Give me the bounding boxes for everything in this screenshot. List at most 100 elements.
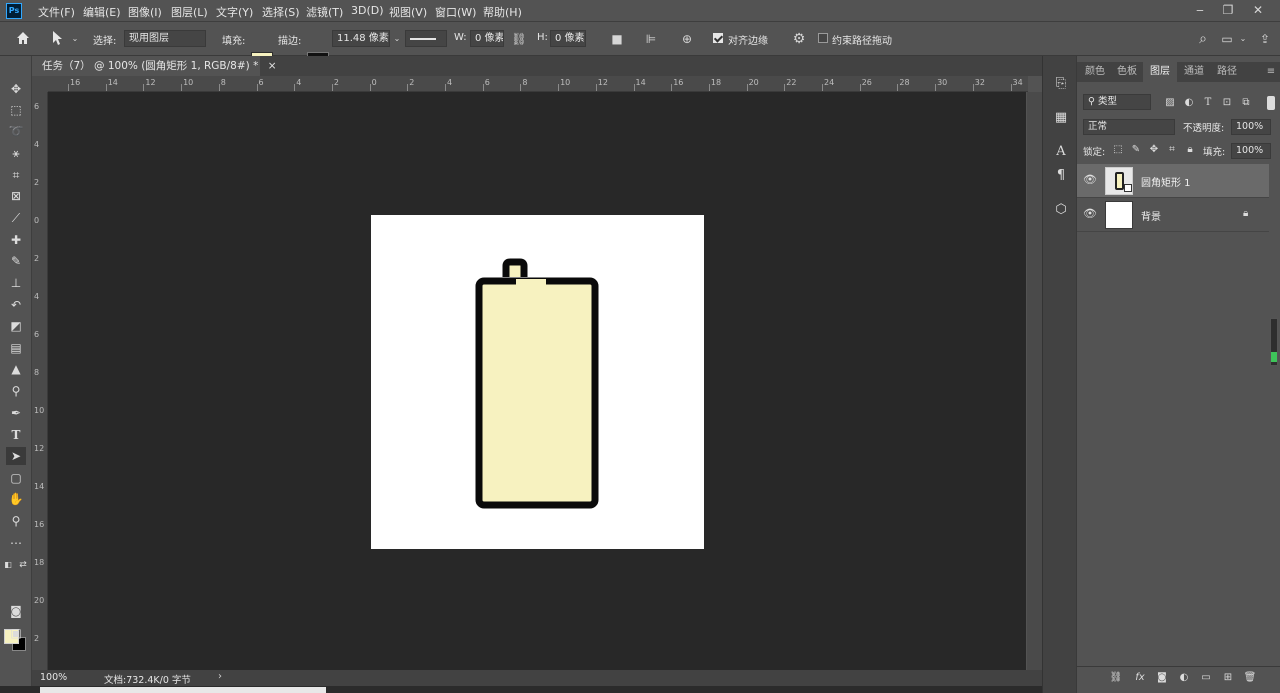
menu-type[interactable]: 文字(Y) <box>216 4 253 20</box>
properties-panel-icon[interactable]: ▦ <box>1051 108 1071 128</box>
constrain-path-checkbox[interactable] <box>818 33 828 43</box>
link-layers-icon[interactable]: ⛓ <box>1109 671 1123 685</box>
gear-icon[interactable]: ⚙ <box>790 30 808 48</box>
filter-shape-icon[interactable]: ⊡ <box>1220 96 1234 110</box>
document-tab[interactable]: 任务（7） @ 100% (圆角矩形 1, RGB/8#) * × <box>32 56 277 76</box>
layer-filter-dropdown[interactable]: ⚲ 类型 <box>1083 94 1151 110</box>
opacity-field[interactable]: 100% <box>1231 119 1271 135</box>
pen-tool-icon[interactable]: ✒ <box>6 404 26 422</box>
share-icon[interactable]: ⇪ <box>1256 30 1274 48</box>
lock-transparent-icon[interactable]: ⬚ <box>1111 143 1125 157</box>
adjustment-layer-icon[interactable]: ◐ <box>1177 671 1191 685</box>
menu-filter[interactable]: 滤镜(T) <box>306 4 343 20</box>
search-icon[interactable]: ⌕ <box>1194 30 1212 48</box>
home-icon[interactable] <box>14 30 32 48</box>
lock-artboard-icon[interactable]: ⌗ <box>1165 143 1179 157</box>
tab-channels[interactable]: 通道 <box>1177 62 1211 82</box>
brush-tool-icon[interactable]: ✎ <box>6 252 26 270</box>
filter-type-icon[interactable]: T <box>1201 96 1215 110</box>
path-operations-icon[interactable]: ■ <box>608 30 626 48</box>
height-field[interactable]: 0 像素 <box>550 30 586 47</box>
new-group-icon[interactable]: ▭ <box>1199 671 1213 685</box>
width-field[interactable]: 0 像素 <box>470 30 504 47</box>
move-tool-icon[interactable]: ✥ <box>6 80 26 98</box>
filter-adjustment-icon[interactable]: ◐ <box>1182 96 1196 110</box>
zoom-level-field[interactable]: 100% <box>40 672 67 683</box>
tab-paths[interactable]: 路径 <box>1211 62 1243 82</box>
path-selection-tool-icon[interactable] <box>48 30 66 48</box>
character-panel-icon[interactable]: A <box>1051 142 1071 162</box>
status-menu-arrow-icon[interactable]: › <box>218 671 222 682</box>
panel-menu-icon[interactable]: ≡ <box>1263 62 1279 82</box>
stroke-width-chevron-icon[interactable]: ⌄ <box>388 30 406 48</box>
3d-panel-icon[interactable]: ⬡ <box>1051 200 1071 220</box>
delete-layer-icon[interactable]: 🗑︎ <box>1243 671 1257 685</box>
eyedropper-tool-icon[interactable]: ⟋ <box>6 209 26 227</box>
menu-help[interactable]: 帮助(H) <box>483 4 522 20</box>
path-alignment-icon[interactable]: ⊫ <box>642 30 660 48</box>
blur-tool-icon[interactable]: ▲ <box>6 360 26 378</box>
tab-color[interactable]: 颜色 <box>1079 62 1111 82</box>
restore-icon[interactable]: ❐ <box>1218 2 1238 18</box>
crop-tool-icon[interactable]: ⌗ <box>6 166 26 184</box>
history-brush-tool-icon[interactable]: ↶ <box>6 296 26 314</box>
hand-tool-icon[interactable]: ✋ <box>6 490 26 508</box>
layer-style-icon[interactable]: fx <box>1133 671 1147 685</box>
lock-all-icon[interactable]: 🔒︎ <box>1183 143 1197 157</box>
zoom-tool-icon[interactable]: ⚲ <box>6 512 26 530</box>
document-canvas[interactable] <box>371 215 704 549</box>
filter-pixel-icon[interactable]: ▨ <box>1163 96 1177 110</box>
close-tab-icon[interactable]: × <box>268 60 277 72</box>
tab-swatches[interactable]: 色板 <box>1111 62 1143 82</box>
layer-row[interactable]: 👁︎ 背景 🔒︎ <box>1077 198 1269 232</box>
screen-mode-icon[interactable]: ▣ <box>6 624 26 642</box>
vertical-scrollbar[interactable] <box>1027 92 1042 670</box>
frame-tool-icon[interactable]: ⊠ <box>6 187 26 205</box>
new-layer-icon[interactable]: ⊞ <box>1221 671 1235 685</box>
fill-field[interactable]: 100% <box>1231 143 1271 159</box>
more-tools-icon[interactable]: ⋯ <box>6 534 26 552</box>
eraser-tool-icon[interactable]: ◩ <box>6 317 26 335</box>
menu-layer[interactable]: 图层(L) <box>171 4 208 20</box>
minimize-icon[interactable]: ‒ <box>1190 2 1210 18</box>
healing-brush-tool-icon[interactable]: ✚ <box>6 231 26 249</box>
lock-image-icon[interactable]: ✎ <box>1129 143 1143 157</box>
workspace-chevron-icon[interactable]: ⌄ <box>1234 30 1252 48</box>
dodge-tool-icon[interactable]: ⚲ <box>6 382 26 400</box>
tab-layers[interactable]: 图层 <box>1143 62 1177 82</box>
layer-row[interactable]: 👁︎ 圆角矩形 1 <box>1077 164 1269 198</box>
direct-selection-tool-icon[interactable]: ➤ <box>6 447 26 465</box>
paragraph-panel-icon[interactable]: ¶ <box>1051 166 1071 186</box>
filter-smart-object-icon[interactable]: ⧉ <box>1239 96 1253 110</box>
stroke-width-field[interactable]: 11.48 像素 <box>332 30 390 47</box>
path-arrangement-icon[interactable]: ⊕ <box>678 30 696 48</box>
swap-colors-icon[interactable]: ⇄ <box>17 556 29 574</box>
magic-wand-tool-icon[interactable]: ⚹ <box>6 144 26 162</box>
default-colors-icon[interactable]: ◧ <box>2 556 14 574</box>
menu-select[interactable]: 选择(S) <box>262 4 300 20</box>
chevron-down-icon[interactable]: ⌄ <box>66 30 84 48</box>
link-icon[interactable]: ⛓ <box>510 30 528 48</box>
menu-image[interactable]: 图像(I) <box>128 4 162 20</box>
stroke-type-dropdown[interactable] <box>405 30 447 47</box>
rectangle-tool-icon[interactable]: ▢ <box>6 469 26 487</box>
select-dropdown[interactable]: 现用图层 <box>124 30 206 47</box>
visibility-eye-icon[interactable]: 👁︎ <box>1083 173 1097 187</box>
quick-mask-icon[interactable]: ◙ <box>6 602 26 620</box>
type-tool-icon[interactable]: T <box>6 426 26 444</box>
marquee-tool-icon[interactable]: ⬚ <box>6 101 26 119</box>
battery-shape[interactable] <box>371 215 704 549</box>
panel-scrollbar[interactable] <box>1270 90 1278 610</box>
lasso-tool-icon[interactable]: ➰ <box>6 122 26 140</box>
history-panel-icon[interactable]: ⎘ <box>1051 74 1071 94</box>
add-mask-icon[interactable]: ◙ <box>1155 671 1169 685</box>
lock-position-icon[interactable]: ✥ <box>1147 143 1161 157</box>
visibility-eye-icon[interactable]: 👁︎ <box>1083 207 1097 221</box>
close-window-icon[interactable]: ✕ <box>1248 2 1268 18</box>
menu-edit[interactable]: 编辑(E) <box>83 4 121 20</box>
align-edges-checkbox[interactable] <box>713 33 723 43</box>
menu-window[interactable]: 窗口(W) <box>435 4 476 20</box>
gradient-tool-icon[interactable]: ▤ <box>6 339 26 357</box>
menu-view[interactable]: 视图(V) <box>389 4 427 20</box>
clone-stamp-tool-icon[interactable]: ⊥ <box>6 274 26 292</box>
